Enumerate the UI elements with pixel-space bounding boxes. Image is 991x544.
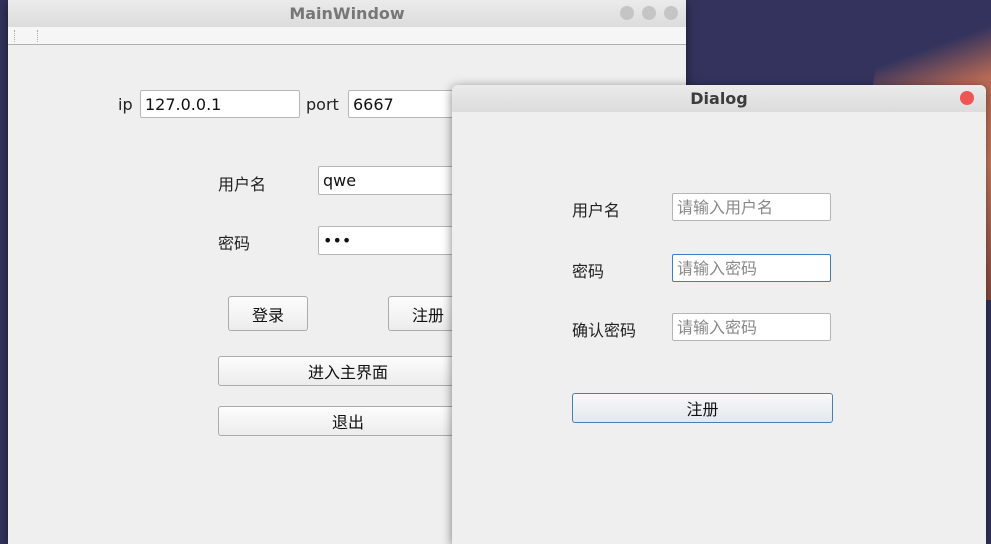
port-label: port <box>306 95 339 114</box>
main-title-bar: MainWindow <box>8 0 686 27</box>
dialog-username-label: 用户名 <box>572 201 621 220</box>
maximize-button[interactable] <box>642 6 656 20</box>
exit-button[interactable]: 退出 <box>218 406 478 436</box>
password-label: 密码 <box>218 234 251 253</box>
dialog-username-input[interactable] <box>672 193 831 221</box>
dialog-confirm-input[interactable] <box>672 313 831 341</box>
minimize-button[interactable] <box>620 6 634 20</box>
dialog-password-input[interactable] <box>672 254 831 282</box>
toolbar <box>8 27 686 45</box>
dialog-password-label: 密码 <box>572 262 605 281</box>
enter-main-button[interactable]: 进入主界面 <box>218 356 478 386</box>
dialog-close-button[interactable] <box>960 91 974 105</box>
username-label: 用户名 <box>218 175 267 194</box>
close-button[interactable] <box>664 6 678 20</box>
login-button[interactable]: 登录 <box>228 296 308 331</box>
toolbar-handle[interactable] <box>14 30 38 42</box>
dialog-title-bar: Dialog <box>452 85 986 112</box>
dialog-register-button[interactable]: 注册 <box>572 393 833 423</box>
dialog-confirm-label: 确认密码 <box>572 321 637 340</box>
ip-input[interactable] <box>140 90 300 118</box>
dialog-title: Dialog <box>690 89 748 108</box>
dialog-window: Dialog 用户名 密码 确认密码 注册 <box>452 85 986 544</box>
ip-label: ip <box>118 95 133 114</box>
main-title: MainWindow <box>289 4 405 23</box>
